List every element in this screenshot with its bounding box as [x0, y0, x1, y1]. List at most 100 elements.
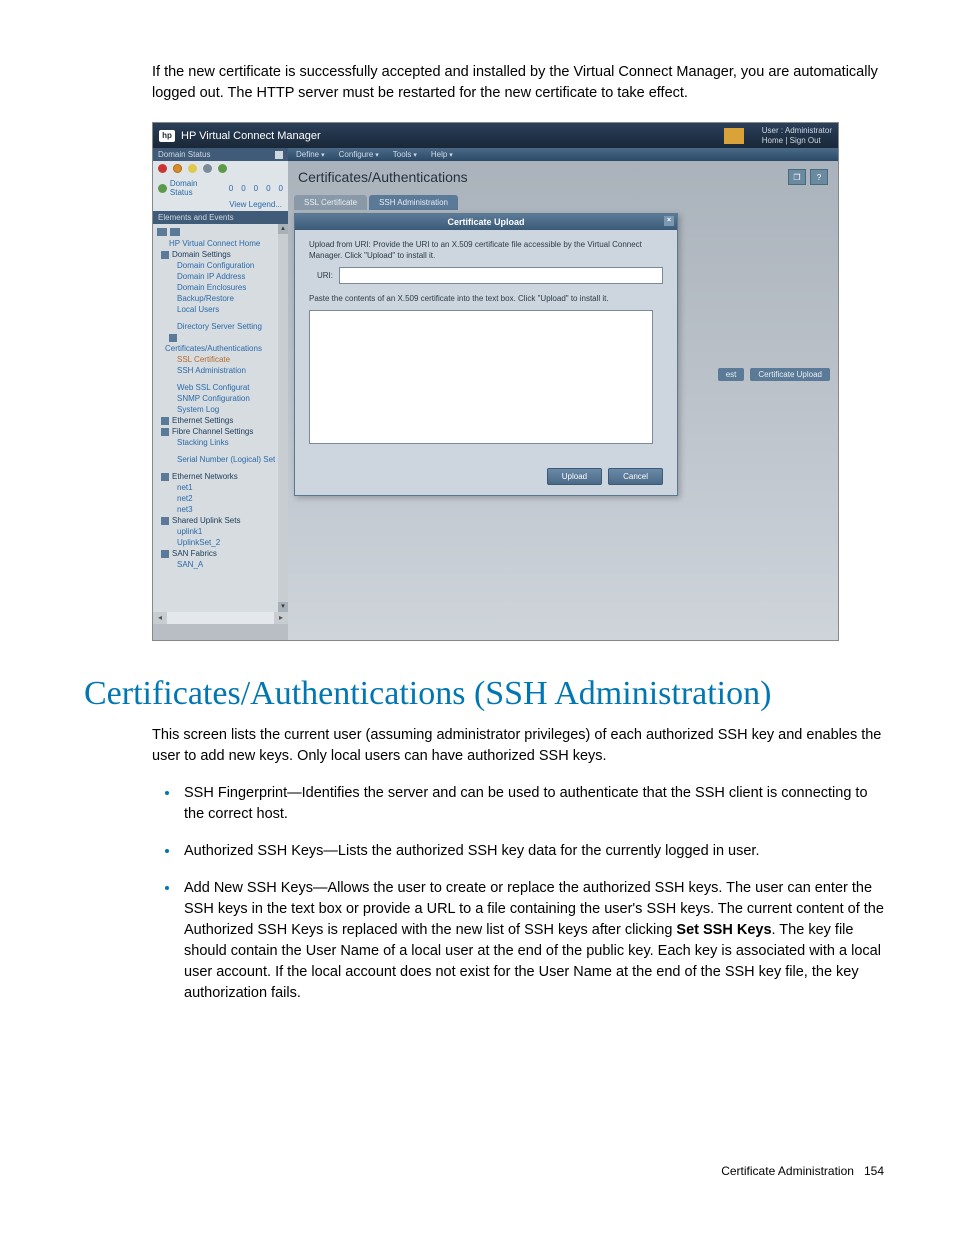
certificate-textarea[interactable] [309, 310, 653, 444]
nav-net1[interactable]: net1 [157, 482, 284, 493]
nav-dir-server[interactable]: Directory Server Setting [157, 321, 284, 332]
menu-help[interactable]: Help [431, 150, 453, 159]
status-dot-minor-icon [188, 164, 197, 173]
menu-tools[interactable]: Tools [393, 150, 417, 159]
nav-san-a[interactable]: SAN_A [157, 559, 284, 570]
user-label: User : Administrator [762, 126, 832, 135]
sidebar: Domain Status Domain Status [153, 148, 288, 640]
uri-input[interactable] [339, 267, 663, 284]
nav-uplinkset2[interactable]: UplinkSet_2 [157, 537, 284, 548]
page-title: Certificates/Authentications [298, 169, 468, 185]
menu-define[interactable]: Define [296, 150, 325, 159]
tabs: SSL Certificate SSH Administration [288, 195, 838, 210]
folder-icon [161, 550, 169, 558]
nav-backup-restore[interactable]: Backup/Restore [157, 293, 284, 304]
nav-tree-icons [157, 226, 284, 238]
section-heading: Certificates/Authentications (SSH Admini… [84, 675, 884, 713]
nav-fc-settings[interactable]: Fibre Channel Settings [157, 426, 284, 437]
nav-uplink1[interactable]: uplink1 [157, 526, 284, 537]
page-footer: Certificate Administration 154 [84, 1164, 884, 1178]
nav-domain-enclosures[interactable]: Domain Enclosures [157, 282, 284, 293]
collapse-icon[interactable] [275, 151, 283, 159]
nav-snmp[interactable]: SNMP Configuration [157, 393, 284, 404]
bg-button-cert-upload[interactable]: Certificate Upload [750, 368, 830, 381]
nav-net2[interactable]: net2 [157, 493, 284, 504]
signout-link[interactable]: Sign Out [790, 136, 821, 145]
section-intro: This screen lists the current user (assu… [152, 725, 884, 767]
nav-stacking[interactable]: Stacking Links [157, 437, 284, 448]
footer-label: Certificate Administration [721, 1164, 854, 1178]
nav-scrollbar[interactable]: ▴ ▾ [278, 224, 288, 612]
domain-status-label[interactable]: Domain Status [170, 179, 222, 197]
status-label-row: Domain Status 0 0 0 0 0 [153, 176, 288, 200]
app-screenshot: hp HP Virtual Connect Manager User : Adm… [152, 122, 839, 641]
nav-domain-settings[interactable]: Domain Settings [157, 249, 284, 260]
status-ok-icon [158, 184, 167, 193]
dialog-instr-paste: Paste the contents of an X.509 certifica… [309, 294, 663, 304]
menubar: Define Configure Tools Help [288, 148, 838, 161]
scroll-down-icon[interactable]: ▾ [278, 602, 288, 612]
nav-web-ssl[interactable]: Web SSL Configurat [157, 382, 284, 393]
upload-button[interactable]: Upload [547, 468, 602, 485]
nav-serial[interactable]: Serial Number (Logical) Set [157, 454, 284, 465]
tab-ssh-administration[interactable]: SSH Administration [369, 195, 458, 210]
menu-configure[interactable]: Configure [339, 150, 379, 159]
folder-icon [161, 473, 169, 481]
nav-folder-icon [157, 332, 284, 343]
nav-ethernet-settings[interactable]: Ethernet Settings [157, 415, 284, 426]
nav-ssl-cert[interactable]: SSL Certificate [157, 354, 284, 365]
folder-icon [161, 251, 169, 259]
app-title: HP Virtual Connect Manager [181, 130, 321, 142]
dialog-title: Certificate Upload × [295, 214, 677, 230]
bullet-list: SSH Fingerprint—Identifies the server an… [152, 781, 884, 1004]
nav-ssh-admin[interactable]: SSH Administration [157, 365, 284, 376]
folder-icon [161, 417, 169, 425]
status-dot-ok-icon [218, 164, 227, 173]
nav-eth-networks[interactable]: Ethernet Networks [157, 471, 284, 482]
help-icon[interactable]: ? [810, 169, 828, 185]
main-panel: Define Configure Tools Help Certificates… [288, 148, 838, 640]
nav-vc-home[interactable]: HP Virtual Connect Home [157, 238, 284, 249]
folder-icon [161, 428, 169, 436]
view-legend-link[interactable]: View Legend... [153, 200, 288, 211]
nav-san-fabrics[interactable]: SAN Fabrics [157, 548, 284, 559]
certificate-upload-dialog: Certificate Upload × Upload from URI: Pr… [294, 213, 678, 496]
page-title-row: Certificates/Authentications ❐ ? [288, 161, 838, 195]
nav-domain-config[interactable]: Domain Configuration [157, 260, 284, 271]
status-dot-major-icon [173, 164, 182, 173]
tab-ssl-certificate[interactable]: SSL Certificate [294, 195, 367, 210]
user-block: User : Administrator Home | Sign Out [762, 126, 832, 145]
tree-icon[interactable] [170, 228, 180, 236]
nav-tree: HP Virtual Connect Home Domain Settings … [153, 224, 288, 612]
nav-domain-ip[interactable]: Domain IP Address [157, 271, 284, 282]
sidebar-elements-header: Elements and Events [153, 211, 288, 224]
tree-icon[interactable] [157, 228, 167, 236]
background-buttons: est Certificate Upload [718, 368, 830, 381]
home-link[interactable]: Home [762, 136, 783, 145]
status-row [153, 161, 288, 176]
bg-button-1[interactable]: est [718, 368, 745, 381]
cancel-button[interactable]: Cancel [608, 468, 663, 485]
nav-local-users[interactable]: Local Users [157, 304, 284, 315]
hp-logo-icon: hp [159, 130, 175, 142]
scroll-up-icon[interactable]: ▴ [278, 224, 288, 234]
nav-cert-auth[interactable]: Certificates/Authentications [157, 343, 284, 354]
bullet-ssh-fingerprint: SSH Fingerprint—Identifies the server an… [180, 781, 884, 825]
folder-icon [169, 334, 177, 342]
scroll-left-icon[interactable]: ◂ [153, 612, 167, 624]
close-icon[interactable]: × [664, 216, 674, 226]
nav-syslog[interactable]: System Log [157, 404, 284, 415]
home-icon[interactable] [724, 128, 744, 144]
nav-shared-uplink[interactable]: Shared Uplink Sets [157, 515, 284, 526]
horizontal-scrollbar[interactable]: ◂ ▸ [153, 612, 288, 624]
folder-icon [161, 517, 169, 525]
bullet-authorized-keys: Authorized SSH Keys—Lists the authorized… [180, 839, 884, 862]
scroll-right-icon[interactable]: ▸ [274, 612, 288, 624]
uri-label: URI: [317, 271, 333, 280]
nav-net3[interactable]: net3 [157, 504, 284, 515]
print-icon[interactable]: ❐ [788, 169, 806, 185]
sidebar-domain-status-header: Domain Status [153, 148, 288, 161]
status-dot-unknown-icon [203, 164, 212, 173]
titlebar: hp HP Virtual Connect Manager User : Adm… [153, 123, 838, 148]
intro-paragraph: If the new certificate is successfully a… [152, 62, 884, 104]
